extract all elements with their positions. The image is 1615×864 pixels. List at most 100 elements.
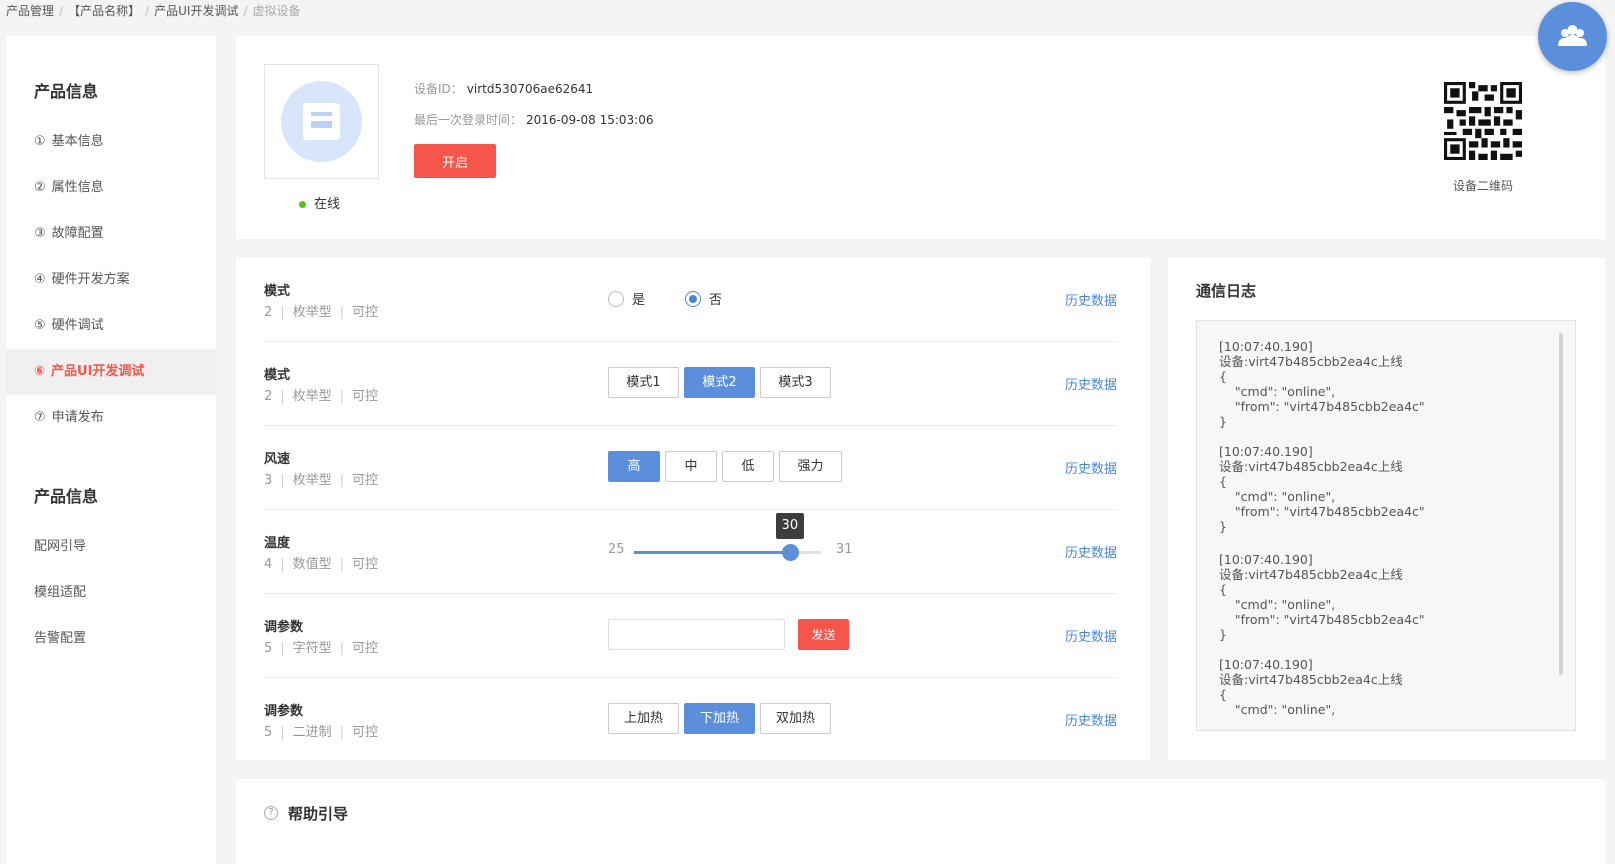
history-data-link[interactable]: 历史数据 [1065, 626, 1117, 645]
temperature-slider: 25 30 31 [608, 510, 868, 594]
slider-track[interactable]: 30 [634, 513, 821, 561]
property-access: 可控 [352, 725, 379, 740]
log-entry: [10:07:40.190] 设备:virt47b485cbb2ea4c上线 {… [1219, 657, 1403, 717]
property-meta: 5 | 字符型 | 可控 [264, 641, 379, 656]
help-question-icon: ? [264, 806, 278, 820]
sidebar-item-label: 属性信息 [51, 180, 104, 195]
last-login: 最后一次登录时间： 2016-09-08 15:03:06 [414, 111, 653, 128]
property-meta: 4 | 数值型 | 可控 [264, 557, 379, 572]
sidebar-item-ui-debug[interactable]: ⑥ 产品UI开发调试 [6, 349, 216, 395]
mode-radio-group: 是否 [608, 288, 762, 308]
property-num: 2 [264, 305, 273, 320]
property-access: 可控 [352, 557, 379, 572]
log-panel[interactable]: [10:07:40.190] 设备:virt47b485cbb2ea4c上线 {… [1196, 320, 1576, 731]
breadcrumb-item-ui-debug[interactable]: 产品UI开发调试 [154, 4, 238, 18]
device-id-label: 设备ID： [414, 82, 463, 96]
mode-segmented-control: 模式1 模式2 模式3 [608, 367, 836, 398]
slider-fill [634, 551, 790, 554]
mode-2-button[interactable]: 模式2 [684, 367, 755, 398]
sidebar-item-label: 硬件开发方案 [51, 272, 130, 287]
sidebar-item-alarm-config[interactable]: 告警配置 [6, 616, 216, 662]
property-name: 调参数 [264, 620, 304, 635]
sidebar-item-fault-config[interactable]: ③ 故障配置 [6, 211, 216, 257]
property-access: 可控 [352, 389, 379, 404]
history-data-link[interactable]: 历史数据 [1065, 710, 1117, 729]
wind-high-button[interactable]: 高 [608, 451, 660, 482]
device-id-value: virtd530706ae62641 [466, 82, 594, 96]
radio-yes[interactable] [608, 290, 624, 307]
step-number: ⑦ [34, 410, 46, 425]
slider-min-label: 25 [608, 542, 625, 557]
sidebar-item-label: 基本信息 [51, 134, 104, 149]
bottom-heat-button[interactable]: 下加热 [684, 703, 755, 734]
log-entry: [10:07:40.190] 设备:virt47b485cbb2ea4c上线 {… [1219, 552, 1425, 642]
help-title[interactable]: 帮助引导 [288, 803, 348, 824]
mode-3-button[interactable]: 模式3 [760, 367, 831, 398]
device-id: 设备ID： virtd530706ae62641 [414, 80, 593, 97]
open-button[interactable]: 开启 [414, 144, 496, 178]
sidebar-item-attribute-info[interactable]: ② 属性信息 [6, 165, 216, 211]
property-name: 风速 [264, 452, 291, 467]
history-data-link[interactable]: 历史数据 [1065, 542, 1117, 561]
dual-heat-button[interactable]: 双加热 [760, 703, 831, 734]
sidebar-item-hardware-debug[interactable]: ⑤ 硬件调试 [6, 303, 216, 349]
property-type: 枚举型 [292, 389, 332, 404]
sidebar-item-hardware-plan[interactable]: ④ 硬件开发方案 [6, 257, 216, 303]
heating-segmented-control: 上加热 下加热 双加热 [608, 703, 836, 734]
log-entry: [10:07:40.190] 设备:virt47b485cbb2ea4c上线 {… [1219, 339, 1425, 429]
step-number: ⑤ [34, 318, 46, 333]
log-scrollbar[interactable] [1559, 333, 1563, 675]
user-group-icon [1558, 25, 1587, 46]
breadcrumb-item-product-management[interactable]: 产品管理 [6, 4, 54, 18]
breadcrumb-item-product-name[interactable]: 【产品名称】 [68, 4, 140, 18]
property-type: 枚举型 [292, 473, 332, 488]
top-heat-button[interactable]: 上加热 [608, 703, 679, 734]
help-card: ? 帮助引导 [236, 779, 1605, 864]
sidebar-item-module-adapt[interactable]: 模组适配 [6, 570, 216, 616]
property-row-temperature: 温度 4 | 数值型 | 可控 25 30 31 历史数据 [264, 510, 1117, 594]
property-row-wind-speed: 风速 3 | 枚举型 | 可控 高中低强力 历史数据 [264, 426, 1117, 510]
status-badge: 在线 [299, 193, 340, 212]
sidebar-item-label: 产品UI开发调试 [51, 364, 145, 379]
breadcrumb: 产品管理 / 【产品名称】 / 产品UI开发调试 / 虚拟设备 [6, 2, 301, 19]
property-meta: 2 | 枚举型 | 可控 [264, 305, 379, 320]
sidebar-item-basic-info[interactable]: ① 基本信息 [6, 119, 216, 165]
param-input-group: 发送 [608, 594, 868, 678]
history-data-link[interactable]: 历史数据 [1065, 458, 1117, 477]
wind-medium-button[interactable]: 中 [665, 451, 717, 482]
step-number: ② [34, 180, 46, 195]
property-meta: 2 | 枚举型 | 可控 [264, 389, 379, 404]
device-card: 在线 设备ID： virtd530706ae62641 最后一次登录时间： 2016… [236, 36, 1605, 239]
device-icon [281, 81, 362, 162]
wind-strong-button[interactable]: 强力 [779, 451, 842, 482]
property-name: 温度 [264, 536, 291, 551]
property-meta: 5 | 二进制 | 可控 [264, 725, 379, 740]
step-number: ④ [34, 272, 46, 287]
user-group-button[interactable] [1538, 2, 1607, 71]
sidebar-item-apply-publish[interactable]: ⑦ 申请发布 [6, 395, 216, 441]
radio-yes-label[interactable]: 是 [632, 289, 645, 308]
wind-speed-segmented-control: 高中低强力 [608, 451, 847, 482]
qr-code-icon[interactable] [1444, 82, 1522, 160]
param-input[interactable] [608, 619, 785, 650]
breadcrumb-current: 虚拟设备 [252, 4, 301, 18]
log-entry: [10:07:40.190] 设备:virt47b485cbb2ea4c上线 {… [1219, 444, 1425, 534]
mode-1-button[interactable]: 模式1 [608, 367, 679, 398]
breadcrumb-separator: / [59, 4, 64, 18]
device-image [264, 64, 379, 179]
communication-log-card: 通信日志 [10:07:40.190] 设备:virt47b485cbb2ea4… [1168, 258, 1605, 760]
sidebar-item-network-guide[interactable]: 配网引导 [6, 524, 216, 570]
property-type: 二进制 [292, 725, 332, 740]
radio-no-label[interactable]: 否 [709, 289, 722, 308]
send-button[interactable]: 发送 [798, 619, 849, 650]
property-name: 模式 [264, 368, 291, 383]
history-data-link[interactable]: 历史数据 [1065, 374, 1117, 393]
step-number: ⑥ [34, 364, 46, 379]
property-num: 5 [264, 641, 273, 656]
history-data-link[interactable]: 历史数据 [1065, 290, 1117, 309]
slider-thumb[interactable] [781, 544, 799, 561]
wind-low-button[interactable]: 低 [722, 451, 774, 482]
radio-no[interactable] [685, 290, 702, 307]
property-row-string-param: 调参数 5 | 字符型 | 可控 发送 历史数据 [264, 594, 1117, 678]
property-name: 模式 [264, 284, 291, 299]
